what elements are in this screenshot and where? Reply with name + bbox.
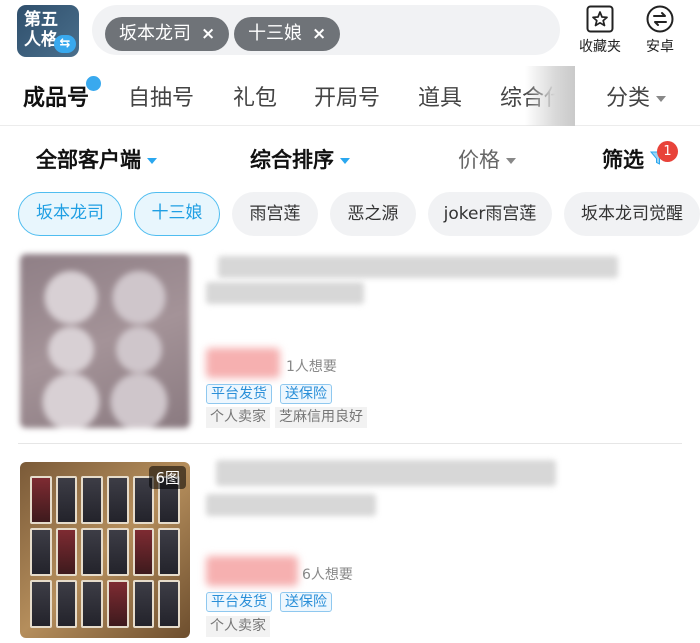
filter-label: 筛选	[602, 148, 644, 172]
sort-filter-bar: 全部客户端 综合排序 价格 筛选	[0, 130, 700, 186]
search-tag-label: 十三娘	[248, 23, 302, 44]
category-menu-button[interactable]: 分类	[606, 80, 667, 112]
favorites-star-icon	[586, 5, 614, 33]
search-tag[interactable]: 坂本龙司 ×	[105, 17, 230, 51]
hero-chip-row: 坂本龙司 十三娘 雨宫莲 恶之源 joker雨宫莲 坂本龙司觉醒	[0, 192, 700, 240]
client-filter-label: 全部客户端	[36, 148, 141, 172]
search-box[interactable]: 坂本龙司 × 十三娘 ×	[92, 5, 560, 55]
tab-starter-accounts[interactable]: 开局号	[314, 80, 380, 112]
search-tag[interactable]: 十三娘 ×	[234, 17, 341, 51]
listing-price-blurred	[206, 556, 298, 586]
top-header: 第五 人格 ⇆ 坂本龙司 × 十三娘 × 收藏夹 安卓	[0, 0, 700, 62]
badge-insurance: 送保险	[280, 592, 332, 612]
wants-count: 6人想要	[302, 567, 353, 583]
seller-type-tag: 个人卖家	[206, 407, 270, 428]
android-switch-button[interactable]: 安卓	[636, 4, 684, 56]
tab-items[interactable]: 道具	[418, 80, 462, 112]
listing-thumbnail[interactable]: 6图	[20, 462, 190, 638]
tab-scroll-fade	[525, 66, 575, 126]
credit-tag: 芝麻信用良好	[275, 407, 367, 428]
chip-selected[interactable]: 坂本龙司	[18, 192, 122, 236]
wants-count: 1人想要	[286, 359, 337, 375]
sort-dropdown[interactable]: 综合排序	[250, 144, 350, 174]
remove-tag-icon[interactable]: ×	[201, 24, 215, 44]
seller-type-tag: 个人卖家	[206, 616, 270, 637]
chevron-down-icon	[340, 158, 350, 164]
badge-insurance: 送保险	[280, 384, 332, 404]
category-menu-label: 分类	[606, 86, 651, 111]
switch-platform-icon	[646, 5, 674, 33]
client-filter-dropdown[interactable]: 全部客户端	[36, 144, 157, 174]
listing-title-blurred	[218, 256, 618, 278]
listing-card[interactable]: 6图 6人想要 平台发货 送保险 个人卖家	[0, 456, 700, 643]
badge-platform-delivery: 平台发货	[206, 592, 272, 612]
tab-finished-accounts[interactable]: 成品号	[23, 80, 89, 112]
chip[interactable]: 坂本龙司觉醒	[564, 192, 700, 236]
listing-title-blurred	[216, 460, 556, 486]
android-label: 安卓	[646, 39, 674, 55]
remove-tag-icon[interactable]: ×	[312, 24, 326, 44]
chip[interactable]: 雨宫莲	[232, 192, 318, 236]
chip[interactable]: 恶之源	[330, 192, 416, 236]
chip-selected[interactable]: 十三娘	[134, 192, 220, 236]
tab-gift-packs[interactable]: 礼包	[233, 80, 277, 112]
app-logo[interactable]: 第五 人格 ⇆	[17, 5, 79, 57]
swap-icon: ⇆	[54, 35, 76, 53]
image-count-badge: 6图	[149, 466, 186, 489]
favorites-label: 收藏夹	[579, 39, 621, 55]
listing-card[interactable]: 1人想要 平台发货 送保险 个人卖家 芝麻信用良好	[0, 252, 700, 444]
chevron-down-icon	[656, 96, 667, 102]
price-sort-dropdown[interactable]: 价格	[458, 144, 516, 174]
sort-label: 综合排序	[250, 148, 334, 172]
listing-subtitle-blurred	[206, 494, 376, 516]
search-tag-label: 坂本龙司	[119, 23, 191, 44]
app-logo-text-line1: 第五	[24, 10, 58, 30]
chevron-down-icon	[506, 158, 516, 164]
chip[interactable]: joker雨宫莲	[428, 192, 552, 236]
price-sort-label: 价格	[458, 148, 500, 172]
filter-count-badge: 1	[657, 141, 678, 162]
filter-button[interactable]: 筛选	[602, 144, 644, 174]
character-card-grid	[30, 476, 180, 628]
listing-thumbnail[interactable]	[20, 254, 190, 428]
chevron-down-icon	[147, 158, 157, 164]
listing-subtitle-blurred	[206, 282, 364, 304]
listing-price-blurred	[206, 348, 280, 378]
category-tabs: 成品号 自抽号 礼包 开局号 道具 综合代 分类	[0, 66, 700, 126]
favorites-button[interactable]: 收藏夹	[576, 4, 624, 56]
badge-platform-delivery: 平台发货	[206, 384, 272, 404]
new-dot-indicator	[86, 76, 101, 91]
app-logo-text-line2: 人格	[24, 30, 58, 50]
tab-self-draw-accounts[interactable]: 自抽号	[128, 80, 194, 112]
listing-divider	[18, 443, 682, 444]
